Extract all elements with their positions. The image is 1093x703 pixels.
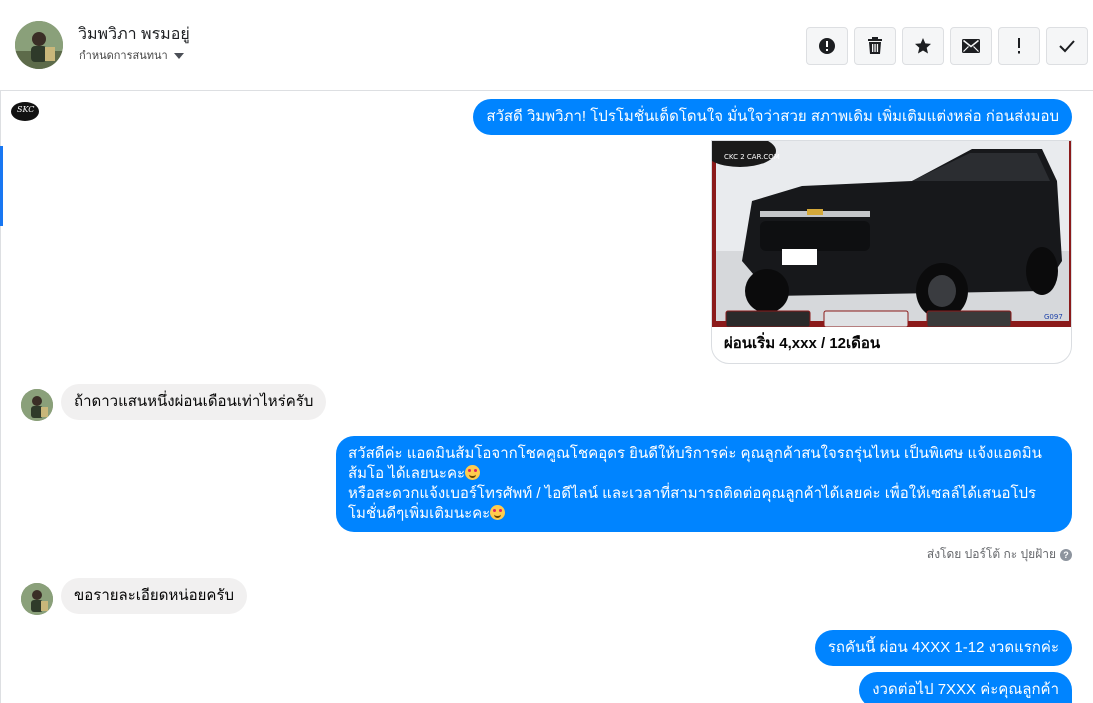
- heart-eyes-emoji-icon: [490, 505, 506, 520]
- follow-up-button[interactable]: [998, 27, 1040, 65]
- checkmark-icon: [1059, 40, 1075, 53]
- card-caption: ผ่อนเริ่ม 4,xxx / 12เดือน: [724, 335, 881, 352]
- message-text-line: ส้มโอ ได้เลยนะคะ: [348, 465, 466, 482]
- heart-eyes-emoji-icon: [465, 465, 481, 480]
- message-outgoing: สวัสดี วิมพวิภา! โปรโมชั่นเด็ดโดนใจ มั่น…: [473, 99, 1072, 135]
- sent-by-label: ส่งโดย ปอร์โต้ กะ ปุยฝ้าย ?: [927, 545, 1072, 564]
- mark-unread-button[interactable]: [950, 27, 992, 65]
- card-watermark: CKC 2 CAR.COM: [724, 153, 780, 161]
- contact-avatar[interactable]: [15, 21, 63, 69]
- contact-avatar-small[interactable]: [21, 583, 53, 615]
- caret-down-icon: [173, 53, 184, 59]
- message-text: รถคันนี้ ผ่อน 4XXX 1-12 งวดแรกค่ะ: [827, 639, 1059, 656]
- message-outgoing: สวัสดีค่ะ แอดมินส้มโอจากโชคคูณโชคอุดร ยิ…: [336, 436, 1072, 532]
- active-conversation-indicator: [0, 146, 3, 226]
- alert-circle-icon: [819, 38, 835, 54]
- message-outgoing: งวดต่อไป 7XXX ค่ะคุณลูกค้า: [859, 672, 1072, 703]
- help-icon[interactable]: ?: [1060, 548, 1072, 561]
- envelope-icon: [962, 39, 980, 53]
- delete-button[interactable]: [854, 27, 896, 65]
- message-text-line: สวัสดีค่ะ แอดมินส้มโอจากโชคคูณโชคอุดร ยิ…: [348, 445, 1042, 462]
- car-image: CKC 2 CAR.COM G097: [712, 141, 1071, 327]
- message-incoming: ถ้าดาวแสนหนึ่งผ่อนเดือนเท่าไหร่ครับ: [61, 384, 327, 420]
- page-logo: SKC: [11, 102, 39, 121]
- promo-image-card[interactable]: CKC 2 CAR.COM G097 ผ่อนเริ่ม 4,xxx / 12เ…: [711, 140, 1072, 364]
- message-text: ถ้าดาวแสนหนึ่งผ่อนเดือนเท่าไหร่ครับ: [74, 393, 314, 410]
- message-text: ขอรายละเอียดหน่อยครับ: [74, 587, 234, 604]
- conversation-settings-label: กำหนดการสนทนา: [79, 50, 168, 62]
- message-text: สวัสดี วิมพวิภา! โปรโมชั่นเด็ดโดนใจ มั่น…: [486, 108, 1059, 125]
- exclamation-icon: [1018, 38, 1020, 54]
- star-button[interactable]: [902, 27, 944, 65]
- star-icon: [915, 38, 931, 54]
- message-text-line: หรือสะดวกแจ้งเบอร์โทรศัพท์ / ไอดีไลน์ แล…: [348, 485, 1037, 502]
- message-text: งวดต่อไป 7XXX ค่ะคุณลูกค้า: [872, 681, 1059, 698]
- contact-avatar-small[interactable]: [21, 389, 53, 421]
- sent-by-text: ส่งโดย ปอร์โต้ กะ ปุยฝ้าย: [926, 547, 1056, 561]
- mark-done-button[interactable]: [1046, 27, 1088, 65]
- message-text-line: โมชั่นดีๆเพิ่มเติมนะคะ: [348, 505, 491, 522]
- message-outgoing: รถคันนี้ ผ่อน 4XXX 1-12 งวดแรกค่ะ: [814, 630, 1072, 666]
- conversation-header: วิมพวิภา พรมอยู่ กำหนดการสนทนา: [0, 0, 1093, 91]
- conversation-settings-dropdown[interactable]: กำหนดการสนทนา: [79, 46, 184, 64]
- page-logo-text: SKC: [17, 105, 35, 114]
- spam-button[interactable]: [806, 27, 848, 65]
- card-code: G097: [1044, 313, 1063, 321]
- contact-name[interactable]: วิมพวิภา พรมอยู่: [78, 22, 190, 47]
- trash-icon: [868, 37, 882, 54]
- conversation-toolbar: [806, 27, 1088, 65]
- message-incoming: ขอรายละเอียดหน่อยครับ: [61, 578, 247, 614]
